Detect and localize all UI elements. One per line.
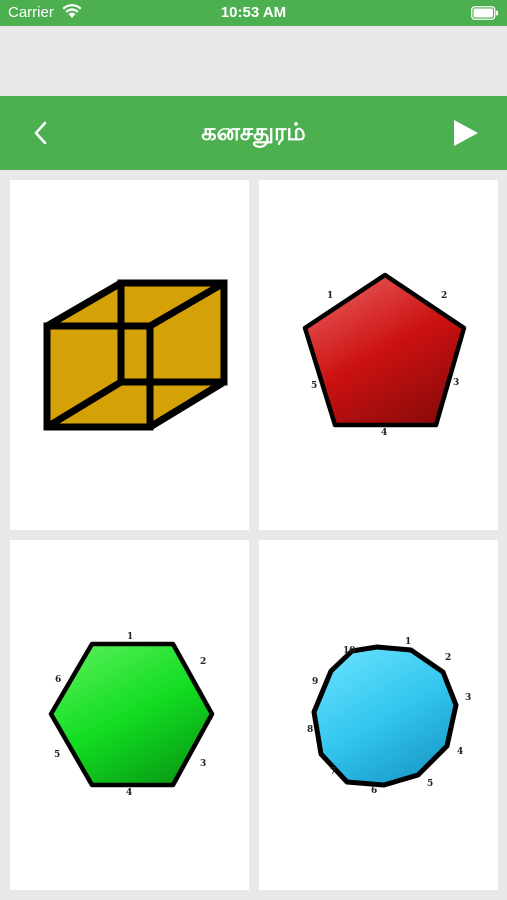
decagon-label-2: 2	[445, 653, 451, 663]
hexagon-label-2: 2	[200, 657, 206, 667]
decagon-label-6: 6	[371, 786, 377, 796]
pentagon-label-3: 3	[453, 378, 459, 388]
shape-grid: 1 2 3 4 5 1 2 3 4 5 6 1 2 3 4 5 6 7 8 9 …	[10, 180, 498, 890]
hexagon-label-6: 6	[55, 675, 61, 685]
decagon-label-3: 3	[465, 693, 471, 703]
hexagon-label-5: 5	[54, 750, 60, 760]
battery-icon	[471, 6, 498, 20]
decagon-shape: 1 2 3 4 5 6 7 8 9 10	[307, 637, 471, 796]
decagon-label-10: 10	[343, 646, 356, 656]
pentagon-shape: 1 2 3 4 5	[302, 272, 467, 438]
decagon-label-5: 5	[427, 779, 433, 789]
pentagon-label-4: 4	[381, 428, 387, 438]
decagon-label-8: 8	[307, 725, 313, 735]
hexagon-label-1: 1	[127, 632, 133, 642]
decagon-label-7: 7	[330, 767, 336, 777]
hexagon-label-4: 4	[126, 788, 132, 798]
shape-card-decagon[interactable]: 1 2 3 4 5 6 7 8 9 10	[259, 540, 498, 890]
pentagon-label-5: 5	[311, 381, 317, 391]
decagon-label-9: 9	[312, 677, 318, 687]
play-icon[interactable]	[451, 118, 481, 148]
shape-card-hexagon[interactable]: 1 2 3 4 5 6	[10, 540, 249, 890]
shape-card-pentagon[interactable]: 1 2 3 4 5	[259, 180, 498, 530]
page-title: கனசதுரம்	[201, 118, 306, 146]
cube-shape	[43, 279, 228, 431]
pentagon-label-1: 1	[327, 291, 333, 301]
status-bar: Carrier 10:53 AM	[0, 0, 507, 26]
hexagon-label-3: 3	[200, 759, 206, 769]
decagon-label-4: 4	[457, 747, 463, 757]
top-spacer	[0, 26, 507, 96]
navigation-bar: கனசதுரம்	[0, 96, 507, 170]
status-time: 10:53 AM	[220, 4, 287, 21]
decagon-label-1: 1	[405, 637, 411, 647]
shape-card-cube[interactable]	[10, 180, 249, 530]
hexagon-shape: 1 2 3 4 5 6	[48, 632, 215, 798]
pentagon-label-2: 2	[441, 291, 447, 301]
